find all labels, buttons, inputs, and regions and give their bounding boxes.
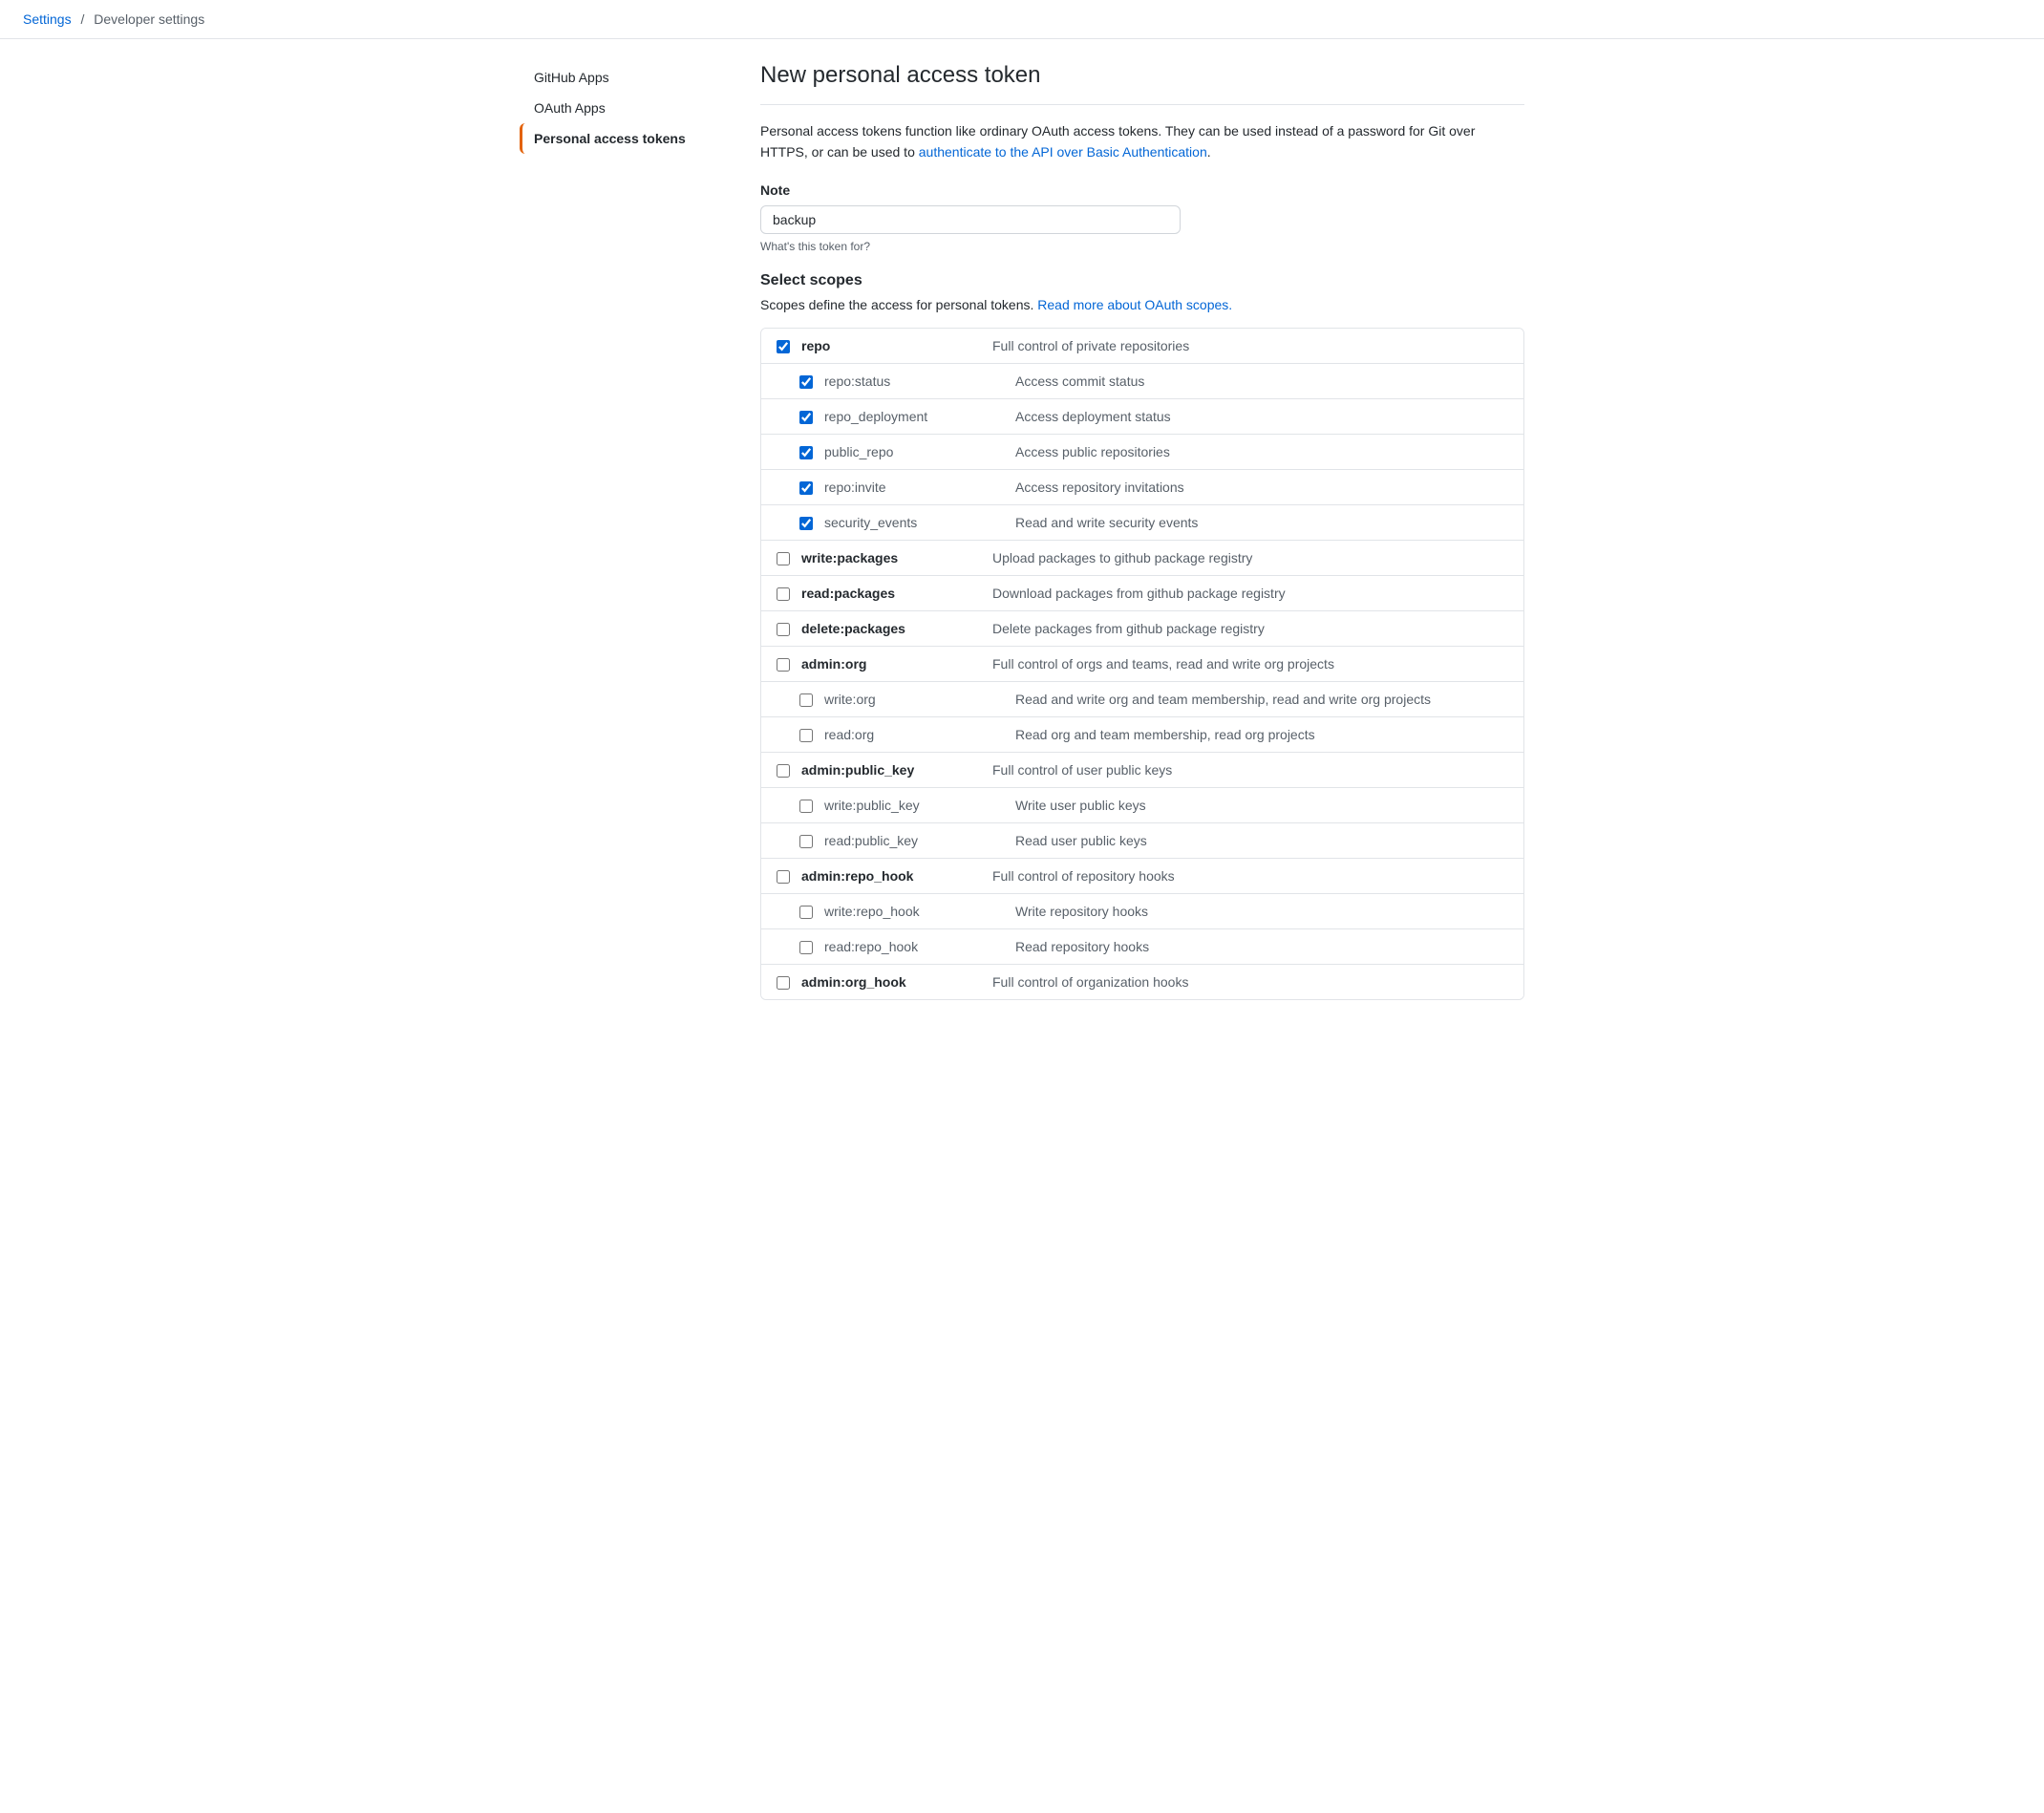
scopes-title: Select scopes [760,272,1524,289]
scope-desc-repo: Full control of private repositories [992,338,1508,353]
scope-desc-read-public-key: Read user public keys [1015,833,1508,848]
scope-row-write-public-key: write:public_key Write user public keys [761,788,1523,823]
scope-desc-repo-status: Access commit status [1015,373,1508,389]
scope-checkbox-read-public-key[interactable] [799,835,813,848]
scope-name-admin-public-key: admin:public_key [801,762,992,778]
scope-checkbox-write-org[interactable] [799,693,813,707]
scope-desc-write-org: Read and write org and team membership, … [1015,692,1508,707]
scope-desc-admin-org-hook: Full control of organization hooks [992,974,1508,990]
scope-checkbox-repo-invite[interactable] [799,481,813,495]
scope-checkbox-delete-packages[interactable] [777,623,790,636]
scope-checkbox-repo[interactable] [777,340,790,353]
scope-name-delete-packages: delete:packages [801,621,992,636]
scope-desc-write-packages: Upload packages to github package regist… [992,550,1508,565]
scope-checkbox-write-public-key[interactable] [799,800,813,813]
scope-name-repo: repo [801,338,992,353]
scope-name-security-events: security_events [824,515,1015,530]
scope-checkbox-repo-deployment[interactable] [799,411,813,424]
breadcrumb-developer-settings: Developer settings [94,11,204,27]
scope-name-admin-org-hook: admin:org_hook [801,974,992,990]
note-label: Note [760,182,1524,198]
page-description: Personal access tokens function like ord… [760,120,1524,163]
scope-name-read-public-key: read:public_key [824,833,1015,848]
scope-checkbox-read-packages[interactable] [777,587,790,601]
scope-checkbox-admin-org-hook[interactable] [777,976,790,990]
sidebar-item-oauth-apps[interactable]: OAuth Apps [520,93,730,123]
scope-row-repo-status: repo:status Access commit status [761,364,1523,399]
scope-row-admin-org-hook: admin:org_hook Full control of organizat… [761,965,1523,999]
scope-checkbox-write-packages[interactable] [777,552,790,565]
scope-row-public-repo: public_repo Access public repositories [761,435,1523,470]
scope-name-repo-status: repo:status [824,373,1015,389]
scope-checkbox-admin-public-key[interactable] [777,764,790,778]
scope-desc-read-repo-hook: Read repository hooks [1015,939,1508,954]
note-hint: What's this token for? [760,240,1524,253]
scope-desc-write-repo-hook: Write repository hooks [1015,904,1508,919]
scope-name-admin-repo-hook: admin:repo_hook [801,868,992,884]
scope-name-repo-deployment: repo_deployment [824,409,1015,424]
scope-name-public-repo: public_repo [824,444,1015,459]
scope-name-write-org: write:org [824,692,1015,707]
scope-desc-delete-packages: Delete packages from github package regi… [992,621,1508,636]
scope-row-read-public-key: read:public_key Read user public keys [761,823,1523,859]
breadcrumb-settings-link[interactable]: Settings [23,11,72,27]
scope-desc-repo-invite: Access repository invitations [1015,480,1508,495]
scope-checkbox-write-repo-hook[interactable] [799,906,813,919]
scope-desc-admin-repo-hook: Full control of repository hooks [992,868,1508,884]
scope-row-delete-packages: delete:packages Delete packages from git… [761,611,1523,647]
scope-name-read-repo-hook: read:repo_hook [824,939,1015,954]
scope-row-read-org: read:org Read org and team membership, r… [761,717,1523,753]
scope-row-admin-repo-hook: admin:repo_hook Full control of reposito… [761,859,1523,894]
scope-checkbox-security-events[interactable] [799,517,813,530]
scope-name-repo-invite: repo:invite [824,480,1015,495]
scope-desc-read-packages: Download packages from github package re… [992,586,1508,601]
scope-row-write-org: write:org Read and write org and team me… [761,682,1523,717]
scope-desc-admin-org: Full control of orgs and teams, read and… [992,656,1508,672]
sidebar-item-github-apps[interactable]: GitHub Apps [520,62,730,93]
scope-name-write-packages: write:packages [801,550,992,565]
scope-row-read-repo-hook: read:repo_hook Read repository hooks [761,929,1523,965]
scope-name-read-org: read:org [824,727,1015,742]
oauth-scopes-link[interactable]: Read more about OAuth scopes. [1037,297,1232,312]
scope-name-write-repo-hook: write:repo_hook [824,904,1015,919]
scope-desc-read-org: Read org and team membership, read org p… [1015,727,1508,742]
breadcrumb: Settings / Developer settings [0,0,2044,39]
note-input[interactable] [760,205,1181,234]
scope-desc-write-public-key: Write user public keys [1015,798,1508,813]
scope-row-admin-public-key: admin:public_key Full control of user pu… [761,753,1523,788]
scope-checkbox-public-repo[interactable] [799,446,813,459]
scope-checkbox-repo-status[interactable] [799,375,813,389]
scope-name-admin-org: admin:org [801,656,992,672]
scope-desc-security-events: Read and write security events [1015,515,1508,530]
scope-row-write-repo-hook: write:repo_hook Write repository hooks [761,894,1523,929]
scope-row-write-packages: write:packages Upload packages to github… [761,541,1523,576]
scope-row-repo: repo Full control of private repositorie… [761,329,1523,364]
scopes-description: Scopes define the access for personal to… [760,297,1524,312]
scope-name-read-packages: read:packages [801,586,992,601]
page-title: New personal access token [760,62,1524,105]
sidebar-item-personal-access-tokens[interactable]: Personal access tokens [520,123,730,154]
scope-desc-admin-public-key: Full control of user public keys [992,762,1508,778]
scope-checkbox-read-repo-hook[interactable] [799,941,813,954]
main-content: New personal access token Personal acces… [760,62,1524,1000]
page-layout: GitHub Apps OAuth Apps Personal access t… [497,62,1547,1000]
scope-checkbox-read-org[interactable] [799,729,813,742]
scope-row-repo-invite: repo:invite Access repository invitation… [761,470,1523,505]
scope-name-write-public-key: write:public_key [824,798,1015,813]
scope-checkbox-admin-org[interactable] [777,658,790,672]
scope-row-read-packages: read:packages Download packages from git… [761,576,1523,611]
scope-row-admin-org: admin:org Full control of orgs and teams… [761,647,1523,682]
note-form-group: Note What's this token for? [760,182,1524,253]
breadcrumb-separator: / [80,11,84,27]
scope-row-security-events: security_events Read and write security … [761,505,1523,541]
sidebar: GitHub Apps OAuth Apps Personal access t… [520,62,730,1000]
scope-desc-repo-deployment: Access deployment status [1015,409,1508,424]
scope-row-repo-deployment: repo_deployment Access deployment status [761,399,1523,435]
scopes-table: repo Full control of private repositorie… [760,328,1524,1000]
scope-checkbox-admin-repo-hook[interactable] [777,870,790,884]
scope-desc-public-repo: Access public repositories [1015,444,1508,459]
api-auth-link[interactable]: authenticate to the API over Basic Authe… [919,144,1207,160]
